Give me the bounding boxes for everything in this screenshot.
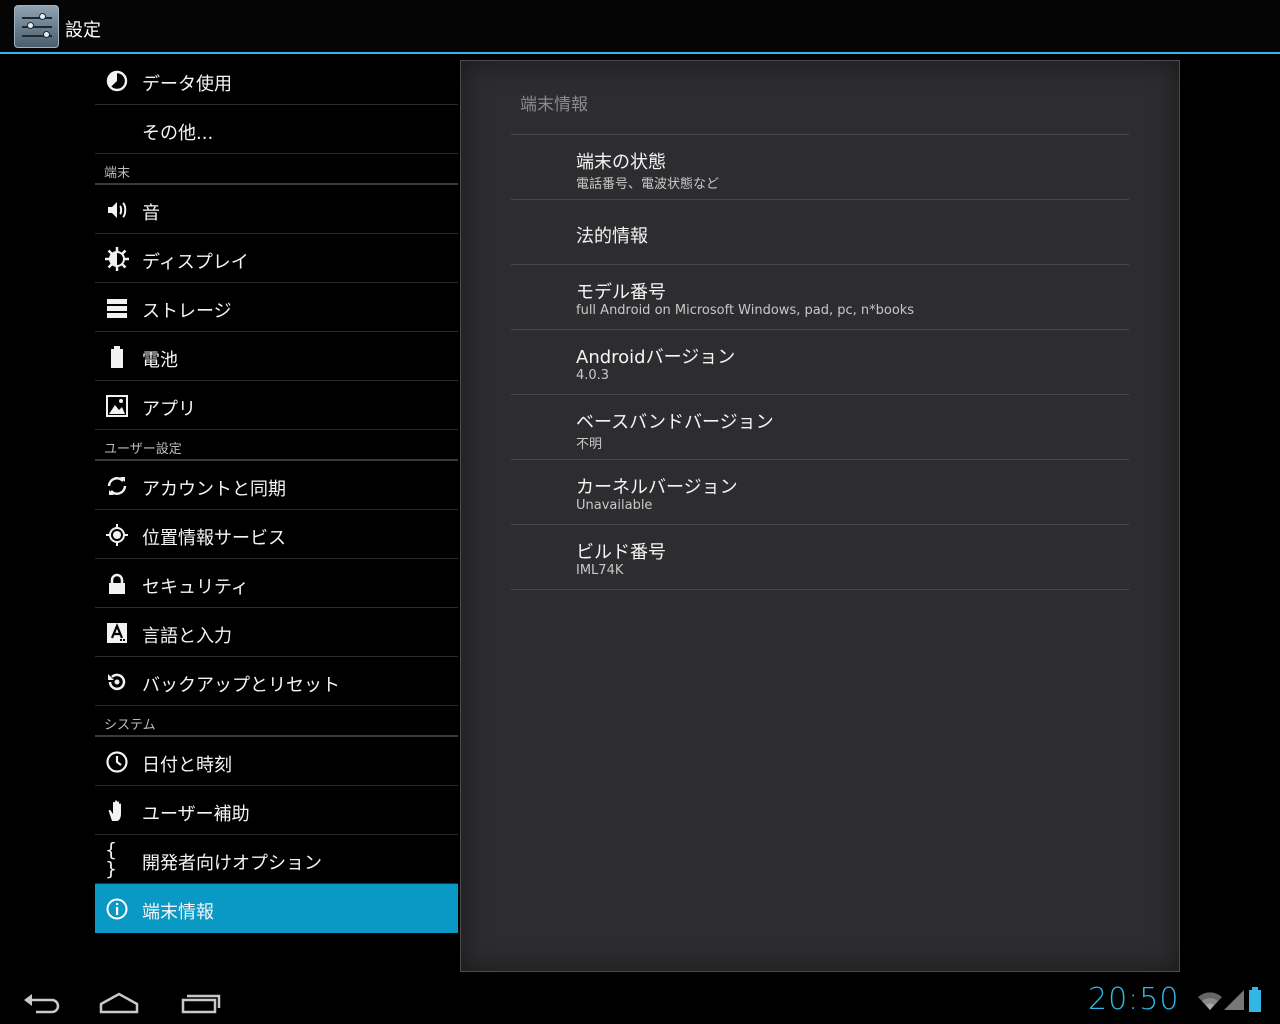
battery-icon bbox=[105, 345, 129, 369]
sidebar-item-label: アプリ bbox=[142, 399, 196, 420]
info-icon bbox=[105, 897, 129, 921]
lock-icon bbox=[105, 572, 129, 596]
settings-app-icon[interactable] bbox=[14, 5, 59, 48]
cell-signal-icon bbox=[1223, 989, 1245, 1011]
display-icon bbox=[105, 247, 129, 271]
action-bar: 設定 bbox=[0, 0, 1280, 54]
sidebar-item-sound[interactable]: 音 bbox=[95, 185, 458, 234]
pref-summary: 不明 bbox=[576, 437, 603, 452]
sidebar-item-label: ユーザー補助 bbox=[142, 804, 250, 825]
wifi-icon bbox=[1197, 989, 1223, 1011]
status-clock[interactable]: 20:50 bbox=[1088, 982, 1179, 1017]
developer-braces-icon: { } bbox=[105, 839, 118, 880]
sidebar-item-date-time[interactable]: 日付と時刻 bbox=[95, 737, 458, 786]
apps-icon bbox=[105, 394, 129, 418]
sidebar-item-apps[interactable]: アプリ bbox=[95, 381, 458, 430]
about-device-panel: 端末情報 端末の状態 電話番号、電波状態など 法的情報 モデル番号 full A… bbox=[460, 60, 1180, 972]
panel-title: 端末情報 bbox=[520, 95, 588, 115]
sync-icon bbox=[105, 474, 129, 498]
sidebar-item-label: セキュリティ bbox=[142, 577, 249, 598]
sidebar-item-label: 日付と時刻 bbox=[142, 755, 232, 776]
pref-title: モデル番号 bbox=[576, 282, 666, 303]
sidebar-item-about-device[interactable]: 端末情報 bbox=[95, 884, 458, 933]
sidebar-item-label: 電池 bbox=[142, 350, 178, 371]
pref-title: Androidバージョン bbox=[576, 347, 736, 368]
data-usage-icon bbox=[105, 69, 129, 93]
category-title: ユーザー設定 bbox=[104, 442, 182, 457]
pref-android-version[interactable]: Androidバージョン 4.0.3 bbox=[511, 330, 1129, 395]
sidebar-item-battery[interactable]: 電池 bbox=[95, 332, 458, 381]
pref-summary: full Android on Microsoft Windows, pad, … bbox=[576, 303, 915, 318]
pref-summary: 4.0.3 bbox=[576, 368, 610, 383]
sidebar-item-label: 位置情報サービス bbox=[142, 528, 286, 549]
sidebar-item-label: 端末情報 bbox=[142, 902, 214, 923]
sidebar-item-label: アカウントと同期 bbox=[142, 479, 286, 500]
sidebar-item-location[interactable]: 位置情報サービス bbox=[95, 510, 458, 559]
sidebar-item-label: ストレージ bbox=[142, 301, 232, 322]
preference-list: 端末の状態 電話番号、電波状態など 法的情報 モデル番号 full Androi… bbox=[511, 134, 1129, 590]
home-icon[interactable] bbox=[90, 984, 150, 1016]
pref-summary: Unavailable bbox=[576, 498, 653, 513]
pref-title: ベースバンドバージョン bbox=[576, 412, 774, 433]
sidebar-item-label: ディスプレイ bbox=[142, 252, 249, 273]
sidebar-item-label: 音 bbox=[142, 203, 160, 224]
pref-summary: IML74K bbox=[576, 563, 624, 578]
pref-title: 法的情報 bbox=[576, 226, 648, 247]
category-title: システム bbox=[104, 718, 156, 733]
accessibility-hand-icon bbox=[105, 799, 129, 823]
sidebar-item-accessibility[interactable]: ユーザー補助 bbox=[95, 786, 458, 835]
pref-title: ビルド番号 bbox=[576, 542, 666, 563]
category-header-user-settings: ユーザー設定 bbox=[95, 430, 458, 461]
pref-summary: 電話番号、電波状態など bbox=[576, 177, 720, 192]
category-title: 端末 bbox=[104, 166, 131, 181]
pref-legal-info[interactable]: 法的情報 bbox=[511, 200, 1129, 265]
sidebar-item-label: 開発者向けオプション bbox=[142, 853, 322, 874]
recent-apps-icon[interactable] bbox=[170, 984, 230, 1016]
sidebar-item-backup-reset[interactable]: バックアップとリセット bbox=[95, 657, 458, 706]
sidebar-item-label: 言語と入力 bbox=[142, 626, 232, 647]
pref-title: カーネルバージョン bbox=[576, 477, 738, 498]
sidebar-item-security[interactable]: セキュリティ bbox=[95, 559, 458, 608]
app-title: 設定 bbox=[65, 20, 101, 41]
sidebar-item-label: バックアップとリセット bbox=[142, 675, 340, 696]
pref-build-number[interactable]: ビルド番号 IML74K bbox=[511, 525, 1129, 590]
sidebar-item-accounts-sync[interactable]: アカウントと同期 bbox=[95, 461, 458, 510]
sound-icon bbox=[105, 198, 129, 222]
sidebar-item-display[interactable]: ディスプレイ bbox=[95, 234, 458, 283]
sidebar-item-language-input[interactable]: 言語と入力 bbox=[95, 608, 458, 657]
clock-icon bbox=[105, 750, 129, 774]
sidebar-item-storage[interactable]: ストレージ bbox=[95, 283, 458, 332]
sidebar-item-developer-options[interactable]: { } 開発者向けオプション bbox=[95, 835, 458, 884]
sidebar-item-data-usage[interactable]: データ使用 bbox=[95, 56, 458, 105]
pref-kernel-version: カーネルバージョン Unavailable bbox=[511, 460, 1129, 525]
category-header-system: システム bbox=[95, 706, 458, 737]
language-icon bbox=[105, 621, 129, 645]
pref-baseband-version: ベースバンドバージョン 不明 bbox=[511, 395, 1129, 460]
back-icon[interactable] bbox=[10, 984, 70, 1016]
storage-icon bbox=[105, 296, 129, 320]
pref-model-number: モデル番号 full Android on Microsoft Windows,… bbox=[511, 265, 1129, 330]
sidebar-item-label: その他... bbox=[142, 123, 214, 144]
category-header-device: 端末 bbox=[95, 154, 458, 185]
backup-icon bbox=[105, 670, 129, 694]
location-icon bbox=[105, 523, 129, 547]
pref-title: 端末の状態 bbox=[576, 152, 666, 173]
settings-header-list: データ使用 その他... 端末 音 ディスプレイ ストレージ 電池 アプリ ユー… bbox=[95, 56, 458, 933]
sidebar-item-more[interactable]: その他... bbox=[95, 105, 458, 154]
sidebar-item-label: データ使用 bbox=[142, 74, 232, 95]
battery-status-icon bbox=[1248, 987, 1262, 1012]
pref-device-status[interactable]: 端末の状態 電話番号、電波状態など bbox=[511, 135, 1129, 200]
